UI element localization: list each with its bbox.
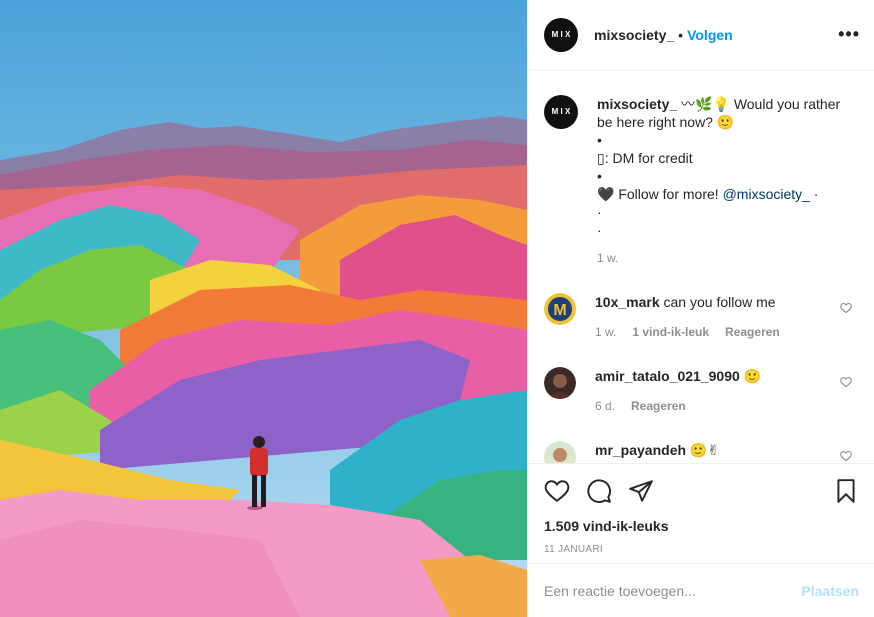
- caption-username[interactable]: mixsociety_: [597, 96, 677, 112]
- caption-line-7: ·: [597, 222, 602, 238]
- comment-input[interactable]: [544, 582, 802, 599]
- avatar[interactable]: M I X: [544, 18, 578, 52]
- caption-avatar[interactable]: M I X: [544, 95, 578, 129]
- comment-item: mr_payandeh 🙂✌: [544, 441, 858, 463]
- comment-time[interactable]: 1 w.: [595, 323, 616, 341]
- post-side-panel: M I X mixsociety_ • Volgen ••• M I X mix…: [527, 0, 874, 617]
- instagram-post-view: M I X mixsociety_ • Volgen ••• M I X mix…: [0, 0, 874, 617]
- comment-text: 🙂: [739, 368, 762, 384]
- comment-likes[interactable]: 1 vind-ik-leuk: [632, 323, 709, 341]
- comment-like-icon[interactable]: [840, 376, 852, 388]
- post-photo[interactable]: [0, 0, 527, 617]
- comments-scroll-area[interactable]: M I X mixsociety_ 〰🌿💡 Would you rather b…: [528, 71, 874, 463]
- caption-line-3: ▯: DM for credit: [597, 150, 693, 166]
- caption-text: mixsociety_ 〰🌿💡 Would you rather be here…: [597, 95, 858, 267]
- comment-text: can you follow me: [659, 294, 776, 310]
- add-comment-bar: Plaatsen: [528, 563, 874, 617]
- caption-line-2: •: [597, 132, 602, 148]
- post-header: M I X mixsociety_ • Volgen •••: [528, 0, 874, 71]
- likes-count[interactable]: 1.509 vind-ik-leuks: [544, 518, 859, 534]
- caption: M I X mixsociety_ 〰🌿💡 Would you rather b…: [544, 95, 858, 267]
- more-options-icon[interactable]: •••: [838, 24, 860, 45]
- comment-username[interactable]: amir_tatalo_021_9090: [595, 368, 740, 384]
- like-heart-icon[interactable]: [544, 478, 570, 504]
- post-actions: 1.509 vind-ik-leuks 11 JANUARI: [528, 463, 874, 555]
- comment-avatar[interactable]: [544, 441, 576, 463]
- logo-text: M I X: [551, 107, 571, 116]
- reply-button[interactable]: Reageren: [631, 397, 686, 415]
- caption-line-6: ·: [597, 204, 602, 220]
- bookmark-icon[interactable]: [833, 478, 859, 504]
- caption-mention-link[interactable]: @mixsociety_: [723, 186, 810, 202]
- comment-like-icon[interactable]: [840, 302, 852, 314]
- reply-button[interactable]: Reageren: [725, 323, 780, 341]
- rainbow-mountains-image: [0, 0, 527, 617]
- follow-button[interactable]: Volgen: [687, 27, 733, 43]
- share-paper-plane-icon[interactable]: [628, 478, 654, 504]
- logo-text: M I X: [551, 30, 571, 39]
- comment-avatar[interactable]: [544, 367, 576, 399]
- caption-line-4: •: [597, 168, 602, 184]
- header-username[interactable]: mixsociety_: [594, 27, 674, 43]
- comment-item: M 10x_mark can you follow me 1 w. 1 vind…: [544, 293, 858, 341]
- post-comment-button[interactable]: Plaatsen: [801, 583, 859, 599]
- comment-avatar[interactable]: M: [544, 293, 576, 325]
- comment-username[interactable]: 10x_mark: [595, 294, 660, 310]
- comment-time[interactable]: 6 d.: [595, 397, 615, 415]
- caption-line-5: 🖤 Follow for more!: [597, 186, 723, 202]
- separator-dot: •: [678, 27, 684, 43]
- caption-time[interactable]: 1 w.: [597, 249, 858, 267]
- comment-bubble-icon[interactable]: [586, 478, 612, 504]
- caption-line-5-suffix: ·: [809, 186, 819, 202]
- comment-like-icon[interactable]: [840, 450, 852, 462]
- comment-username[interactable]: mr_payandeh: [595, 442, 686, 458]
- post-date[interactable]: 11 JANUARI: [544, 544, 859, 555]
- comment-text: 🙂✌: [686, 442, 720, 458]
- comment-item: amir_tatalo_021_9090 🙂 6 d. Reageren: [544, 367, 858, 415]
- svg-text:M: M: [553, 302, 566, 319]
